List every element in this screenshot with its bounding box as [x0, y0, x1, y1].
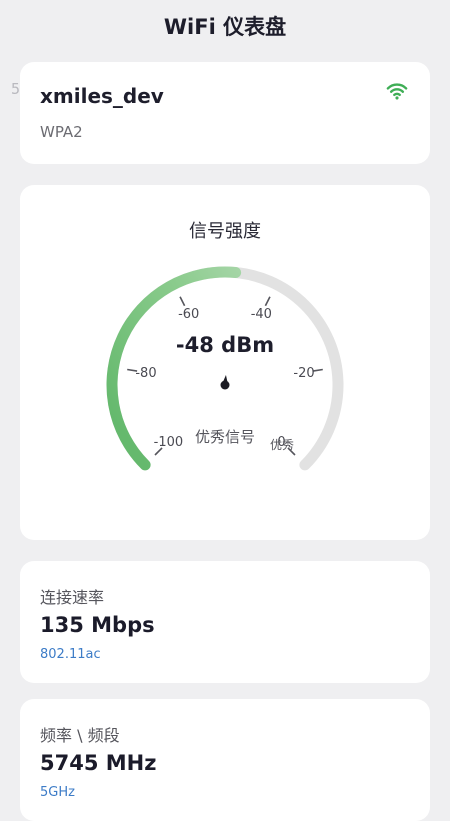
wifi-icon — [386, 83, 408, 100]
signal-gauge: -100-80-60 -40-200 -48 dBm 优秀信号 优秀 — [106, 266, 344, 471]
gauge-tick-label: -20 — [293, 366, 314, 381]
frequency-label: 频率 \ 频段 — [40, 726, 120, 745]
page-title: WiFi 仪表盘 — [163, 15, 287, 39]
link-speed-card: 连接速率 135 Mbps 802.11ac — [20, 561, 430, 683]
link-speed-value: 135 Mbps — [40, 613, 155, 637]
signal-quality: 优秀信号 — [195, 428, 255, 446]
gauge-needle-hub — [220, 380, 230, 390]
network-ssid: xmiles_dev — [40, 84, 164, 108]
network-security: WPA2 — [40, 123, 83, 141]
link-speed-label: 连接速率 — [40, 588, 105, 607]
gauge-tick-label: -40 — [251, 307, 272, 322]
gauge-tick-label: -80 — [135, 366, 156, 381]
frequency-band: 5GHz — [40, 785, 75, 800]
gauge-end-label: 优秀 — [270, 438, 294, 452]
network-card[interactable]: xmiles_dev WPA2 — [20, 62, 430, 164]
gauge-tick — [264, 296, 271, 307]
gauge-tick — [179, 296, 186, 307]
gauge-tick-label: -100 — [154, 435, 184, 450]
gauge-tick-label: -60 — [178, 307, 199, 322]
frequency-value: 5745 MHz — [40, 751, 157, 775]
signal-card: 信号强度 -100 -80 -60 -40 -20 0 -48 dBm 优秀信号 优秀 — [20, 185, 430, 540]
signal-value: -48 dBm — [176, 333, 274, 357]
frequency-card: 频率 \ 频段 5745 MHz 5GHz — [20, 699, 430, 821]
link-speed-standard: 802.11ac — [40, 647, 101, 662]
